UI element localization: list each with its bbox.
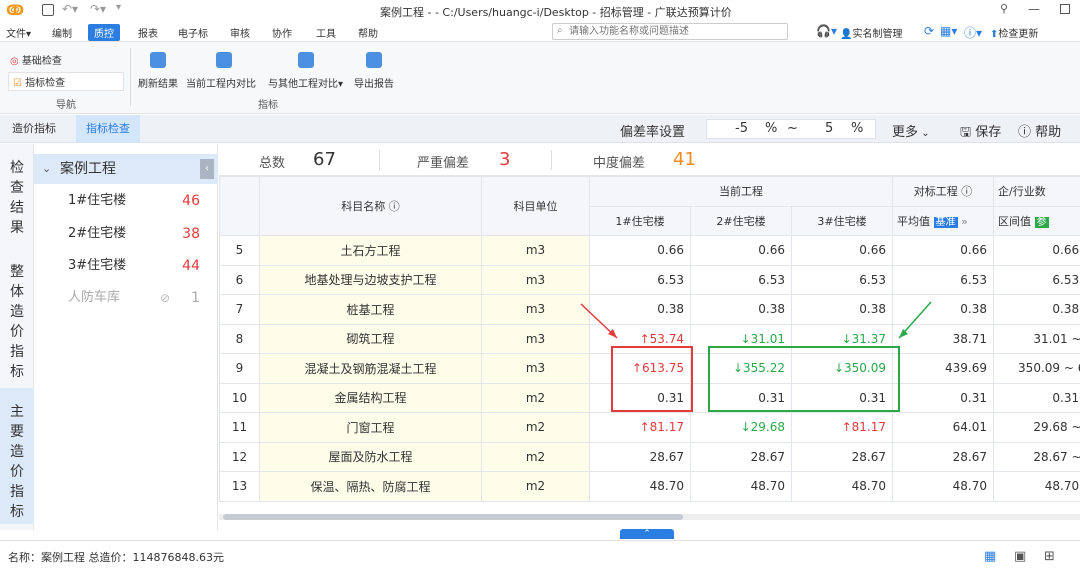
project-tree: ⌄ 案例工程 ‹ 1#住宅楼 46 2#住宅楼 38 3#住宅楼 44 人防车库… (34, 144, 218, 530)
menu-edit[interactable]: 编制 (52, 25, 72, 40)
deviation-pct-1: % (765, 121, 778, 136)
tree-root-label: 案例工程 (60, 161, 116, 177)
collapse-toggle[interactable]: ⌃ (620, 529, 674, 539)
check-update-button[interactable]: ⬆检查更新 (990, 25, 1038, 40)
chevron-down-icon: ⌄ (42, 162, 52, 175)
view-split-icon[interactable]: ▣ (1014, 549, 1026, 564)
sub-tab-bar: 造价指标 指标检查 偏差率设置 -5 % ~ 5 % 更多 ⌄ 🖫 保存 ⓘ 帮… (0, 115, 1080, 143)
quick-access-dropdown-icon[interactable]: ▾ (116, 2, 121, 13)
deviation-sep: ~ (787, 121, 798, 136)
headset-icon[interactable]: 🎧▾ (816, 24, 837, 38)
vertical-tabs: 检查结果 整体造价指标 主要造价指标 (0, 144, 34, 530)
ribbon-divider (130, 48, 131, 106)
deviation-range: -5 % ~ 5 % (706, 119, 876, 139)
apps-icon[interactable]: ▦▾ (940, 24, 957, 38)
status-bar: ⌃ 名称：案例工程 总造价：114876848.63元 ▦ ▣ ⊞ (0, 529, 1080, 572)
compare-other-button[interactable]: 与其他工程对比▾ (268, 75, 343, 90)
user-icon: 👤 (840, 29, 853, 40)
compare-inner-icon (216, 52, 232, 68)
tab-cost-index[interactable]: 造价指标 (2, 115, 66, 143)
menu-tools[interactable]: 工具 (316, 25, 336, 40)
save-icon: 🖫 (960, 125, 972, 140)
tree-item-count: 38 (182, 226, 200, 242)
window-title: 案例工程 - - C:/Users/huangc-i/Desktop - 招标管… (380, 6, 732, 19)
tree-root[interactable]: ⌄ 案例工程 ‹ (34, 154, 218, 184)
tree-item-count: 1 (191, 290, 200, 306)
index-table-area: 总数 67 严重偏差 3 中度偏差 41 科目名称 ⓘ 科目单位 当前工程 对标… (219, 144, 1080, 522)
collapse-panel-icon[interactable]: ‹ (200, 159, 214, 179)
deviation-pct-2: % (851, 121, 864, 136)
menu-audit[interactable]: 审核 (230, 25, 250, 40)
search-input[interactable] (569, 25, 783, 38)
tree-item[interactable]: 2#住宅楼 38 (34, 219, 218, 249)
export-report-icon (366, 52, 382, 68)
menu-bar: 文件▾ 编制 质控 报表 电子标 审核 协作 工具 帮助 ⌕ 🎧▾ 👤实名制管理… (0, 22, 1080, 42)
vtab-main-index[interactable]: 主要造价指标 (0, 388, 34, 524)
refresh-chart-icon (150, 52, 166, 68)
menu-collab[interactable]: 协作 (272, 25, 292, 40)
tree-item-count: 44 (182, 258, 200, 274)
help-icon: ⓘ (1018, 125, 1032, 140)
deviation-low-input[interactable]: -5 (735, 121, 748, 136)
tree-item[interactable]: 3#住宅楼 44 (34, 251, 218, 281)
search-box[interactable]: ⌕ (552, 23, 788, 40)
real-name-button[interactable]: 👤实名制管理 (840, 25, 902, 40)
search-icon: ⌕ (557, 25, 563, 36)
save-icon[interactable] (42, 4, 54, 16)
tab-index-check[interactable]: 指标检查 (76, 115, 140, 143)
refresh-results-button[interactable]: 刷新结果 (138, 75, 178, 90)
sync-icon[interactable]: ⟳ (924, 24, 934, 38)
deviation-high-input[interactable]: 5 (825, 121, 833, 136)
ribbon: ◎ 基础检查 ☑ 指标检查 导航 刷新结果 当前工程内对比 与其他工程对比▾ 导… (0, 42, 1080, 114)
help-button[interactable]: ⓘ 帮助 (1018, 121, 1061, 140)
menu-report[interactable]: 报表 (138, 25, 158, 40)
menu-help[interactable]: 帮助 (358, 25, 378, 40)
title-bar: ↂ ↶▾ ↷▾ ▾ 案例工程 - - C:/Users/huangc-i/Des… (0, 0, 1080, 22)
target-icon: ◎ (10, 56, 19, 67)
checkbox-icon: ☑ (13, 78, 22, 89)
compare-other-icon (298, 52, 314, 68)
menu-e-bid[interactable]: 电子标 (178, 25, 208, 40)
scrollbar-thumb[interactable] (223, 514, 683, 520)
menu-qc[interactable]: 质控 (88, 24, 120, 41)
view-table-icon[interactable]: ⊞ (1044, 549, 1055, 564)
tree-item[interactable]: 1#住宅楼 46 (34, 186, 218, 216)
view-grid-icon[interactable]: ▦ (984, 549, 996, 564)
nav-group-label: 导航 (56, 100, 76, 111)
restore-icon[interactable] (1060, 4, 1070, 14)
compare-inner-button[interactable]: 当前工程内对比 (186, 75, 256, 90)
nav-item-index-check[interactable]: ☑ 指标检查 (8, 72, 124, 91)
horizontal-scrollbar[interactable] (219, 514, 1080, 520)
redo-icon[interactable]: ↷▾ (90, 2, 106, 16)
vtab-check-results[interactable]: 检查结果 (0, 158, 34, 238)
tree-item[interactable]: 人防车库 ⊘ 1 (34, 283, 218, 313)
deviation-label: 偏差率设置 (620, 125, 686, 140)
info-icon[interactable]: ⓘ▾ (964, 24, 982, 41)
annotation-arrows (580, 301, 932, 339)
export-report-button[interactable]: 导出报告 (354, 75, 394, 90)
index-group-label: 指标 (258, 100, 278, 111)
pin-icon[interactable]: ⚲ (1000, 2, 1008, 15)
minimize-icon[interactable]: — (1028, 2, 1040, 16)
check-update-label: 检查更新 (998, 29, 1039, 40)
save-button[interactable]: 🖫 保存 (960, 121, 1001, 145)
tree-item-count: 46 (182, 193, 200, 209)
more-button[interactable]: 更多 ⌄ (892, 121, 930, 140)
chevron-down-icon: ⌄ (918, 128, 930, 139)
app-logo-icon: ↂ (6, 3, 25, 19)
eye-off-icon[interactable]: ⊘ (160, 283, 170, 313)
status-text: 名称：案例工程 总造价：114876848.63元 (8, 551, 224, 564)
real-name-label: 实名制管理 (852, 29, 903, 40)
menu-file[interactable]: 文件▾ (6, 25, 31, 40)
vtab-overall-index[interactable]: 整体造价指标 (0, 262, 34, 382)
nav-item-basic-check[interactable]: ◎ 基础检查 (10, 52, 62, 67)
undo-icon[interactable]: ↶▾ (62, 2, 78, 16)
